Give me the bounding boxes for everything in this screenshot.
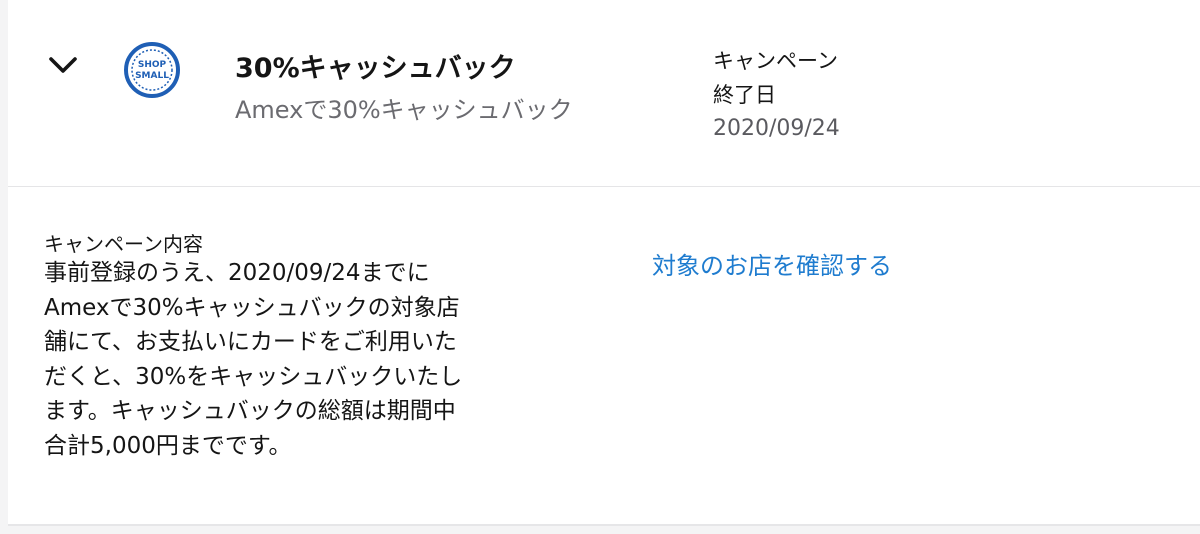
chevron-down-icon[interactable] bbox=[46, 52, 80, 78]
shop-small-logo: SHOP SMALL bbox=[124, 42, 180, 98]
end-date-label: キャンペーン 終了日 bbox=[713, 44, 933, 112]
end-date-value: 2020/09/24 bbox=[713, 116, 840, 141]
offer-title: 30%キャッシュバック bbox=[235, 53, 516, 84]
details-line: Amexで30%キャッシュバックの対象店 bbox=[44, 294, 460, 321]
details-body: 事前登録のうえ、2020/09/24までに Amexで30%キャッシュバックの対… bbox=[44, 256, 544, 463]
details-line: ます。キャッシュバックの総額は期間中 bbox=[44, 398, 456, 424]
end-date-label-line1: キャンペーン bbox=[713, 49, 838, 73]
details-label: キャンペーン内容 bbox=[44, 232, 203, 256]
offer-subtitle: Amexで30%キャッシュバック bbox=[235, 96, 573, 124]
details-line: 合計5,000円までです。 bbox=[44, 432, 292, 459]
details-line: 舗にて、お支払いにカードをご利用いた bbox=[44, 329, 457, 355]
details-line: だくと、30%をキャッシュバックいたし bbox=[44, 363, 463, 390]
end-date-label-line2: 終了日 bbox=[713, 83, 776, 107]
logo-text-shop: SHOP bbox=[138, 60, 167, 70]
view-eligible-stores-link[interactable]: 対象のお店を確認する bbox=[652, 246, 892, 281]
offer-header[interactable]: SHOP SMALL 30%キャッシュバック Amexで30%キャッシュバック … bbox=[8, 0, 1200, 187]
logo-text-small: SMALL bbox=[135, 71, 169, 81]
offer-card: SHOP SMALL 30%キャッシュバック Amexで30%キャッシュバック … bbox=[8, 0, 1200, 526]
details-line: 事前登録のうえ、2020/09/24までに bbox=[44, 260, 430, 286]
